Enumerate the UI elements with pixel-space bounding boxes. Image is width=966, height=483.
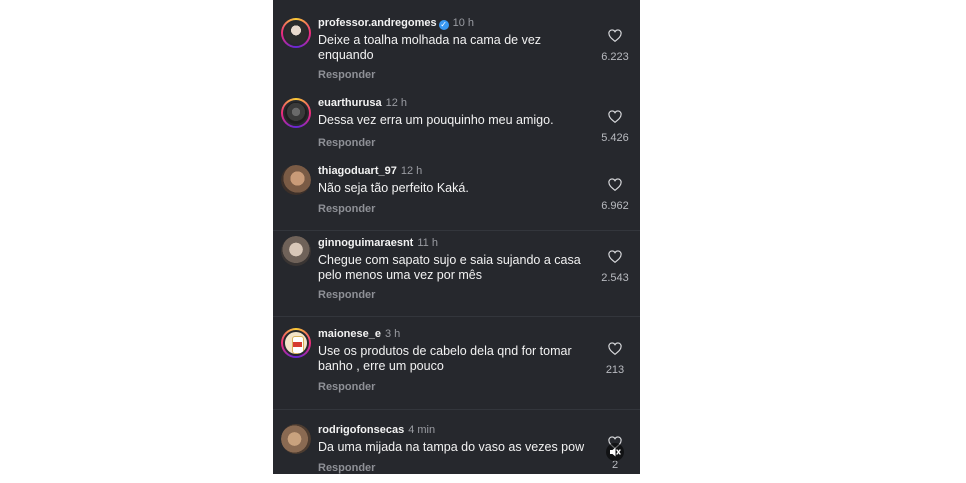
heart-outline-icon[interactable] — [608, 178, 622, 191]
username[interactable]: ginnoguimaraesnt — [318, 237, 413, 249]
comment-meta: ginnoguimaraesnt 11 h — [318, 237, 438, 249]
comment-meta: rodrigofonsecas 4 min — [318, 424, 435, 436]
like-control[interactable]: 5.426 — [598, 110, 632, 144]
heart-outline-icon[interactable] — [608, 29, 622, 42]
comment-text: Chegue com sapato sujo e saia sujando a … — [318, 253, 581, 282]
username[interactable]: thiagoduart_97 — [318, 165, 397, 177]
comment-text: Deixe a toalha molhada na cama de vez en… — [318, 33, 542, 62]
username[interactable]: maionese_e — [318, 328, 381, 340]
heart-outline-icon[interactable] — [608, 110, 622, 123]
like-control[interactable]: 6.962 — [598, 178, 632, 212]
comment-time: 12 h — [385, 97, 407, 109]
like-count: 213 — [605, 364, 625, 376]
avatar[interactable] — [281, 98, 311, 128]
avatar[interactable] — [281, 236, 311, 266]
comment-time: 3 h — [384, 328, 401, 340]
comments-panel: professor.andregomes ✓ 10 h Deixe a toalha… — [273, 0, 640, 474]
avatar[interactable] — [281, 165, 311, 195]
like-count: 6.962 — [601, 200, 629, 212]
username[interactable]: rodrigofonsecas — [318, 424, 404, 436]
reply-button[interactable]: Responder — [318, 289, 375, 301]
comment-time: 11 h — [417, 237, 438, 249]
verified-badge-icon: ✓ — [438, 20, 449, 30]
like-count: 6.223 — [601, 51, 629, 63]
comment-time: 4 min — [408, 424, 436, 436]
reply-button[interactable]: Responder — [318, 69, 375, 81]
comment-time: 12 h — [400, 165, 423, 177]
like-count: 2.543 — [601, 272, 629, 284]
reply-button[interactable]: Responder — [318, 381, 375, 393]
like-control[interactable]: 2.543 — [598, 250, 632, 284]
reply-button[interactable]: Responder — [318, 462, 375, 474]
reply-button[interactable]: Responder — [318, 137, 375, 149]
comment-meta: euarthurusa 12 h — [318, 97, 407, 109]
comment-meta: maionese_e 3 h — [318, 328, 400, 340]
divider — [273, 409, 640, 410]
comment-text: Não seja tão perfeito Kaká. — [318, 181, 469, 195]
divider — [273, 316, 640, 317]
comment-meta: thiagoduart_97 12 h — [318, 165, 422, 177]
reply-button[interactable]: Responder — [318, 203, 375, 215]
like-count: 5.426 — [601, 132, 629, 144]
username[interactable]: euarthurusa — [318, 97, 382, 109]
like-control[interactable]: 213 — [598, 342, 632, 376]
heart-outline-icon[interactable] — [608, 250, 622, 263]
speaker-muted-icon[interactable] — [606, 443, 624, 461]
comment-text: Use os produtos de cabelo dela qnd for t… — [318, 344, 572, 373]
heart-outline-icon[interactable] — [608, 342, 622, 355]
comment-meta: professor.andregomes ✓ 10 h — [318, 17, 474, 30]
avatar[interactable] — [281, 424, 311, 454]
username[interactable]: professor.andregomes — [318, 17, 437, 29]
comment-text: Da uma mijada na tampa do vaso as vezes … — [318, 440, 585, 454]
avatar[interactable] — [281, 18, 311, 48]
divider — [273, 230, 640, 231]
comment-time: 10 h — [452, 17, 475, 29]
comment-text: Dessa vez erra um pouquinho meu amigo. — [318, 113, 554, 127]
avatar[interactable] — [281, 328, 311, 358]
like-control[interactable]: 6.223 — [598, 29, 632, 63]
